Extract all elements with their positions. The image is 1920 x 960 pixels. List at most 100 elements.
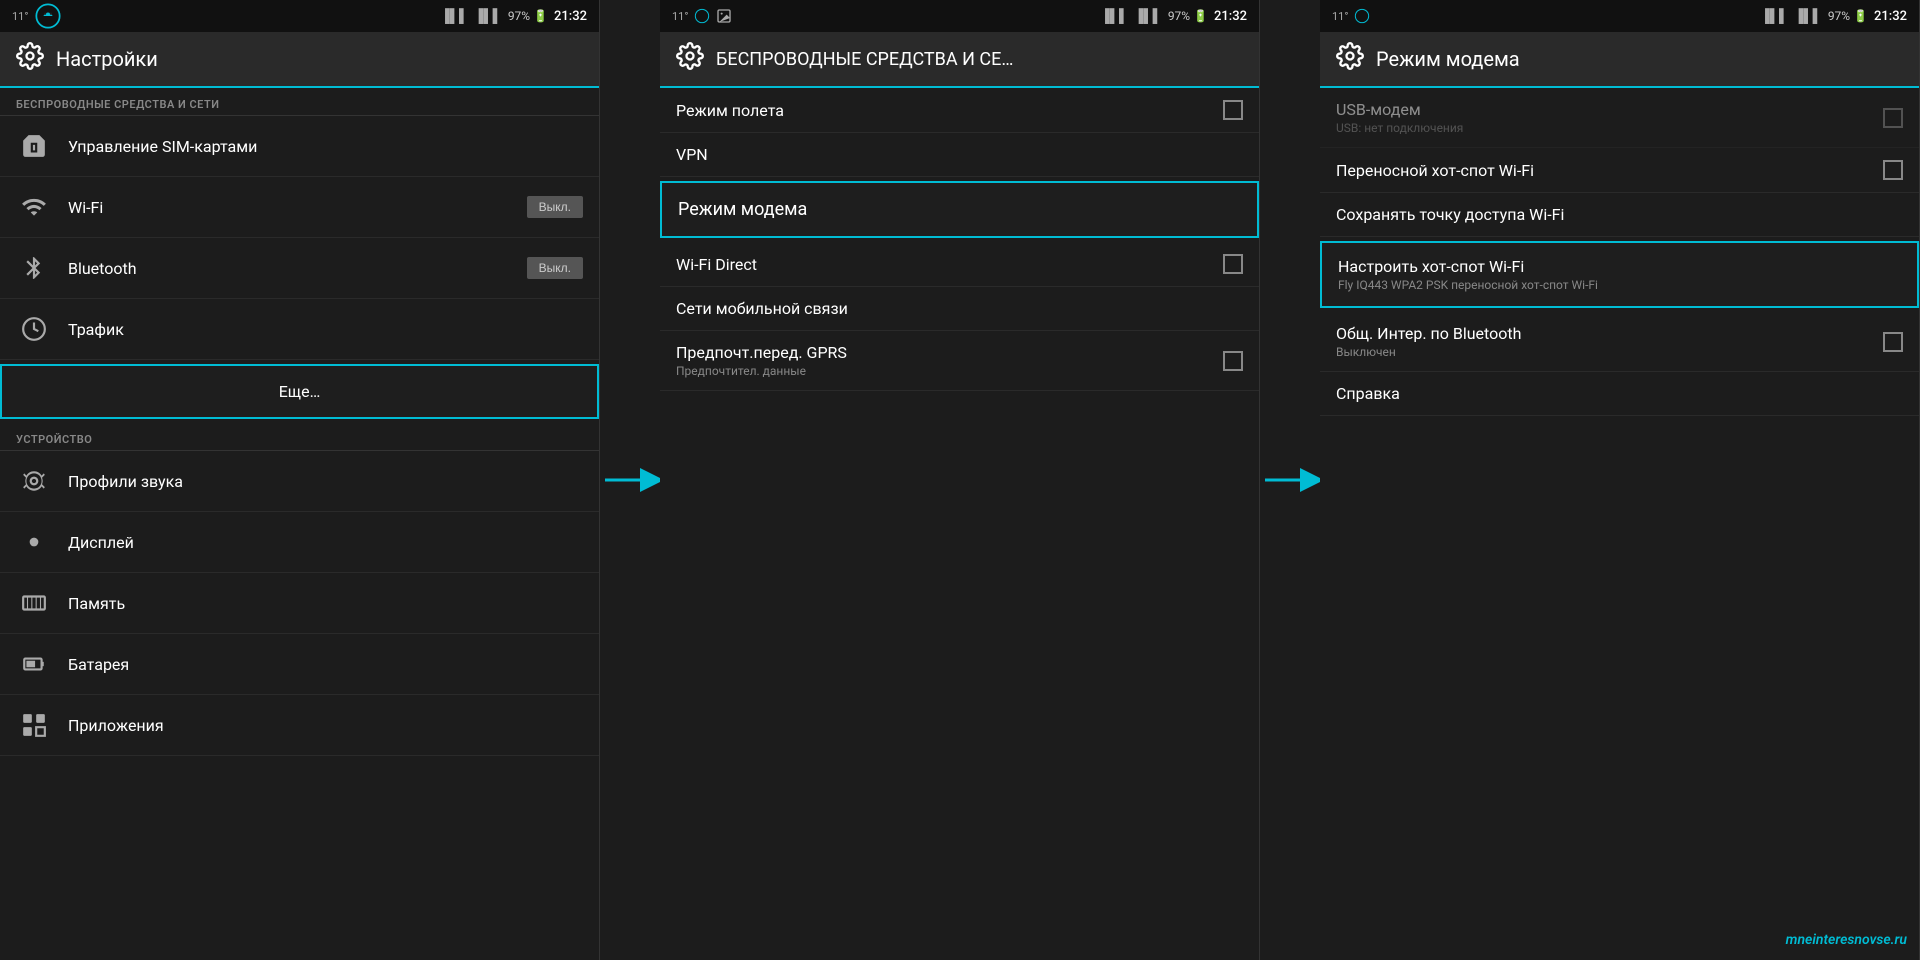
menu-item-help[interactable]: Справка xyxy=(1320,372,1919,416)
menu-item-gprs[interactable]: Предпочт.перед. GPRS Предпочтител. данны… xyxy=(660,331,1259,391)
apps-label: Приложения xyxy=(68,716,583,735)
signal-bars-p2-2: ▐▌▌ xyxy=(1134,8,1162,24)
arrow-1-svg xyxy=(600,440,660,520)
modem-label: Режим модема xyxy=(678,199,1241,220)
settings-gear-icon-3 xyxy=(1336,42,1364,76)
menu-item-usb[interactable]: USB-модем USB: нет подключения xyxy=(1320,88,1919,148)
mobile-label: Сети мобильной связи xyxy=(676,299,1243,318)
menu-item-apps[interactable]: Приложения xyxy=(0,695,599,756)
menu-item-wifi[interactable]: Wi-Fi Выкл. xyxy=(0,177,599,238)
watermark: mneinteresnovse.ru xyxy=(1786,932,1907,948)
menu-item-modem[interactable]: Режим модема xyxy=(660,181,1259,238)
memory-icon xyxy=(16,585,52,621)
time-display: 21:32 xyxy=(554,9,587,24)
memory-content: Память xyxy=(68,594,583,613)
bluetooth-icon xyxy=(16,250,52,286)
signal-bars-2: ▐▌▌ xyxy=(474,8,502,24)
vpn-label: VPN xyxy=(676,145,1243,164)
wifi-content: Wi-Fi xyxy=(68,198,527,217)
menu-item-bluetooth[interactable]: Bluetooth Выкл. xyxy=(0,238,599,299)
menu-item-hotspot[interactable]: Переносной хот-спот Wi-Fi xyxy=(1320,148,1919,193)
image-icon xyxy=(716,8,732,24)
sim-icon xyxy=(16,128,52,164)
menu-item-traffic[interactable]: Трафик xyxy=(0,299,599,360)
bt-sharing-subtitle: Выключен xyxy=(1336,345,1883,359)
wifi-direct-content: Wi-Fi Direct xyxy=(676,255,1223,274)
section-header-wireless: БЕСПРОВОДНЫЕ СРЕДСТВА И СЕТИ xyxy=(0,88,599,116)
temp-icon-3: 11° xyxy=(1332,10,1348,23)
wifi-direct-label: Wi-Fi Direct xyxy=(676,255,1223,274)
traffic-icon xyxy=(16,311,52,347)
save-hotspot-label: Сохранять точку доступа Wi-Fi xyxy=(1336,205,1903,224)
panel-3: 11° ▐▌▌ ▐▌▌ 97% 🔋 21:32 Режим модема USB… xyxy=(1320,0,1920,960)
menu-item-more[interactable]: Еще… xyxy=(0,364,599,419)
airplane-checkbox[interactable] xyxy=(1223,100,1243,120)
time-p2: 21:32 xyxy=(1214,9,1247,24)
status-left-1: 11° xyxy=(12,2,62,30)
usb-checkbox[interactable] xyxy=(1883,108,1903,128)
gprs-subtitle: Предпочтител. данные xyxy=(676,364,1223,378)
content-2: Режим полета VPN Режим модема Wi-Fi Dire… xyxy=(660,88,1259,960)
time-p3: 21:32 xyxy=(1874,9,1907,24)
apps-icon xyxy=(16,707,52,743)
gprs-content: Предпочт.перед. GPRS Предпочтител. данны… xyxy=(676,343,1223,378)
hotspot-checkbox[interactable] xyxy=(1883,160,1903,180)
bluetooth-label: Bluetooth xyxy=(68,259,527,278)
status-left-3: 11° xyxy=(1332,8,1370,24)
temp-icon: 11° xyxy=(12,10,28,23)
vpn-content: VPN xyxy=(676,145,1243,164)
menu-item-bt-sharing[interactable]: Общ. Интер. по Bluetooth Выключен xyxy=(1320,312,1919,372)
menu-item-battery[interactable]: Батарея xyxy=(0,634,599,695)
sim-content: Управление SIM-картами xyxy=(68,137,583,156)
help-label: Справка xyxy=(1336,384,1903,403)
configure-hotspot-content: Настроить хот-спот Wi-Fi Fly IQ443 WPA2 … xyxy=(1338,257,1901,292)
title-bar-2: БЕСПРОВОДНЫЕ СРЕДСТВА И СЕ… xyxy=(660,32,1259,88)
page-title-1: Настройки xyxy=(56,47,158,71)
section-header-device: УСТРОЙСТВО xyxy=(0,423,599,451)
status-bar-2: 11° ▐▌▌ ▐▌▌ 97% 🔋 21:32 xyxy=(660,0,1259,32)
gprs-label: Предпочт.перед. GPRS xyxy=(676,343,1223,362)
airplane-label: Режим полета xyxy=(676,101,1223,120)
configure-hotspot-label: Настроить хот-спот Wi-Fi xyxy=(1338,257,1901,276)
bt-sharing-label: Общ. Интер. по Bluetooth xyxy=(1336,324,1883,343)
wifi-toggle[interactable]: Выкл. xyxy=(527,196,583,218)
android-icon-2 xyxy=(694,8,710,24)
menu-item-sim[interactable]: Управление SIM-картами xyxy=(0,116,599,177)
menu-item-vpn[interactable]: VPN xyxy=(660,133,1259,177)
status-bar-3: 11° ▐▌▌ ▐▌▌ 97% 🔋 21:32 xyxy=(1320,0,1919,32)
usb-content: USB-модем USB: нет подключения xyxy=(1336,100,1883,135)
menu-item-mobile[interactable]: Сети мобильной связи xyxy=(660,287,1259,331)
menu-item-airplane[interactable]: Режим полета xyxy=(660,88,1259,133)
status-right-1: ▐▌▌ ▐▌▌ 97% 🔋 21:32 xyxy=(441,8,587,24)
menu-item-wifi-direct[interactable]: Wi-Fi Direct xyxy=(660,242,1259,287)
menu-item-memory[interactable]: Память xyxy=(0,573,599,634)
airplane-content: Режим полета xyxy=(676,101,1223,120)
menu-item-sound[interactable]: Профили звука xyxy=(0,451,599,512)
battery-content: Батарея xyxy=(68,655,583,674)
battery-icon xyxy=(16,646,52,682)
hotspot-content: Переносной хот-спот Wi-Fi xyxy=(1336,161,1883,180)
android-icon-3 xyxy=(1354,8,1370,24)
menu-item-display[interactable]: Дисплей xyxy=(0,512,599,573)
signal-bars-p3-2: ▐▌▌ xyxy=(1794,8,1822,24)
display-label: Дисплей xyxy=(68,533,583,552)
bt-sharing-checkbox[interactable] xyxy=(1883,332,1903,352)
menu-item-configure-hotspot[interactable]: Настроить хот-спот Wi-Fi Fly IQ443 WPA2 … xyxy=(1320,241,1919,308)
page-title-2: БЕСПРОВОДНЫЕ СРЕДСТВА И СЕ… xyxy=(716,49,1013,70)
battery-pct-p2: 97% 🔋 xyxy=(1168,9,1208,23)
page-title-3: Режим модема xyxy=(1376,47,1520,71)
menu-item-save-hotspot[interactable]: Сохранять точку доступа Wi-Fi xyxy=(1320,193,1919,237)
title-bar-3: Режим модема xyxy=(1320,32,1919,88)
gprs-checkbox[interactable] xyxy=(1223,351,1243,371)
settings-gear-icon xyxy=(16,42,44,76)
more-label: Еще… xyxy=(18,378,581,405)
wifi-icon xyxy=(16,189,52,225)
bluetooth-toggle[interactable]: Выкл. xyxy=(527,257,583,279)
wifi-direct-checkbox[interactable] xyxy=(1223,254,1243,274)
signal-bars-p3: ▐▌▌ xyxy=(1761,8,1789,24)
bt-sharing-content: Общ. Интер. по Bluetooth Выключен xyxy=(1336,324,1883,359)
status-bar-1: 11° ▐▌▌ ▐▌▌ 97% 🔋 21:32 xyxy=(0,0,599,32)
more-content: Еще… xyxy=(18,378,581,405)
status-left-2: 11° xyxy=(672,8,732,24)
content-1: БЕСПРОВОДНЫЕ СРЕДСТВА И СЕТИ Управление … xyxy=(0,88,599,960)
